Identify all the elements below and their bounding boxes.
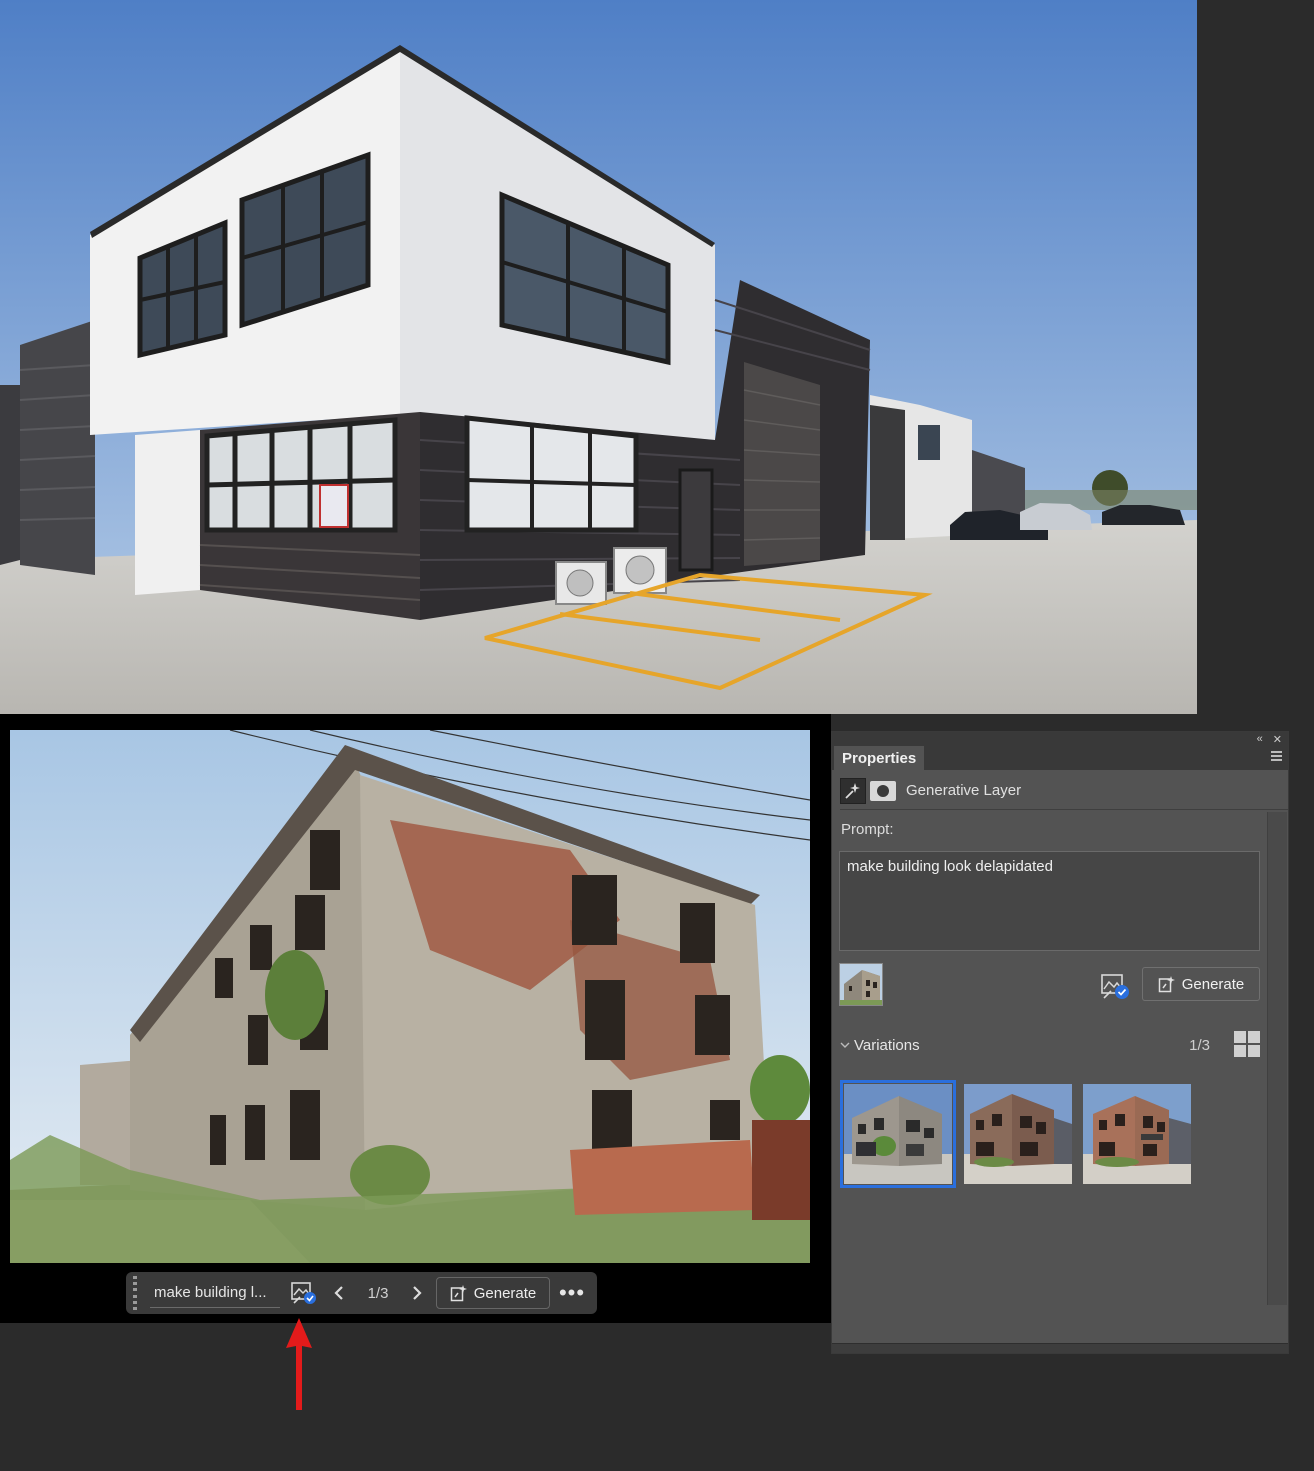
layer-mask-icon[interactable] xyxy=(870,780,896,801)
grid-view-icon[interactable] xyxy=(1234,1031,1260,1057)
more-options-icon[interactable]: ••• xyxy=(550,1276,594,1310)
panel-title-bar: « ✕ xyxy=(832,732,1288,746)
prompt-input[interactable]: make building l... xyxy=(150,1278,280,1308)
chevron-down-icon[interactable] xyxy=(840,1038,854,1052)
content-credentials-icon[interactable] xyxy=(286,1276,322,1310)
panel-scrollbar[interactable] xyxy=(1267,812,1287,1305)
drag-handle-icon[interactable] xyxy=(128,1274,142,1312)
panel-tab-row: Properties xyxy=(832,746,1288,770)
chevron-left-icon[interactable] xyxy=(322,1276,356,1310)
prompt-textarea[interactable]: make building look delapidated xyxy=(839,851,1260,951)
panel-generate-button[interactable]: Generate xyxy=(1142,967,1260,1001)
close-icon[interactable]: ✕ xyxy=(1273,733,1282,746)
chevron-right-icon[interactable] xyxy=(400,1276,434,1310)
panel-menu-icon[interactable] xyxy=(1271,751,1282,763)
contextual-task-bar: make building l... 1/3 Generate ••• xyxy=(126,1272,597,1314)
variations-label: Variations xyxy=(854,1036,920,1054)
variation-counter: 1/3 xyxy=(367,1284,389,1302)
annotation-arrow-icon xyxy=(286,1318,312,1410)
variations-header[interactable]: Variations 1/3 xyxy=(840,1031,1260,1058)
generate-sparkle-icon xyxy=(450,1285,467,1302)
layer-name: Generative Layer xyxy=(906,782,1022,799)
layer-info-row: Generative Layer xyxy=(840,772,1288,810)
reference-image-thumbnail[interactable] xyxy=(839,963,883,1006)
prompt-label: Prompt: xyxy=(841,821,894,838)
collapse-icon[interactable]: « xyxy=(1257,733,1263,745)
document-canvas[interactable] xyxy=(0,714,831,1323)
variation-thumbnail-2[interactable] xyxy=(964,1084,1072,1184)
generate-button[interactable]: Generate xyxy=(436,1277,550,1309)
generate-sparkle-icon xyxy=(1158,976,1175,993)
content-credentials-icon[interactable] xyxy=(1100,972,1130,1000)
screenshot-root: make building l... 1/3 Generate ••• « ✕ … xyxy=(0,0,1314,1471)
variation-thumbnail-3[interactable] xyxy=(1083,1084,1191,1184)
panel-generate-label: Generate xyxy=(1181,975,1245,993)
generative-layer-icon xyxy=(840,777,866,804)
variation-thumbnail-1[interactable] xyxy=(840,1080,956,1188)
properties-panel: « ✕ Properties Generative Layer Prompt: … xyxy=(831,731,1289,1354)
generated-result-derelict-building xyxy=(10,730,810,1263)
variations-counter: 1/3 xyxy=(1189,1036,1210,1054)
generate-button-label: Generate xyxy=(473,1284,537,1302)
reference-photo-modern-building xyxy=(0,0,1197,714)
panel-resize-handle[interactable] xyxy=(832,1343,1288,1353)
tab-properties[interactable]: Properties xyxy=(834,746,925,770)
